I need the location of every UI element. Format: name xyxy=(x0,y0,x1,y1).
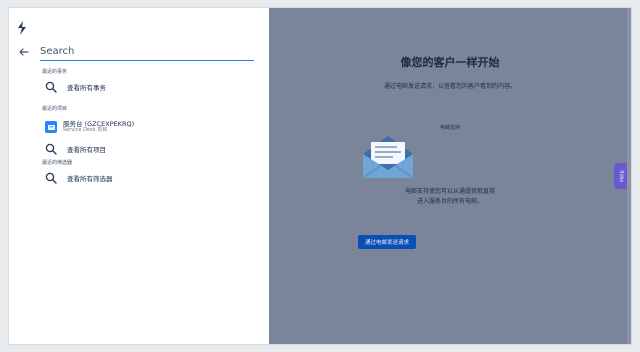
project-avatar-icon xyxy=(45,121,57,133)
project-type: Service Desk 项目 xyxy=(63,127,108,134)
arrow-left-icon[interactable] xyxy=(17,44,31,58)
search-input[interactable] xyxy=(40,43,254,61)
overlay-description: 电邮支持使您可以从通道获取直接 进入服务台的所有电邮。 xyxy=(269,187,631,207)
search-icon xyxy=(45,143,57,155)
overlay-subtitle: 通过电邮发送请求，以查看您的客户看到的内容。 xyxy=(383,83,516,90)
recent-project-item[interactable]: 服务台 (GZCEXPEKRQ) Service Desk 项目 xyxy=(45,118,255,136)
send-email-request-button[interactable]: 通过电邮发送请求 xyxy=(358,235,416,249)
section-title-recent-issues: 最近的事务 xyxy=(42,69,68,75)
search-icon xyxy=(45,172,57,184)
overlay-description-line1: 电邮支持使您可以从通道获取直接 xyxy=(404,188,495,195)
section-title-recent-filters: 最近的筛选器 xyxy=(42,160,73,166)
jira-logo-icon[interactable] xyxy=(16,20,28,35)
help-tab-label: Help xyxy=(619,170,626,182)
overlay-title: 像您的客户一样开始 xyxy=(400,56,500,69)
section-title-recent-projects: 最近的项目 xyxy=(42,106,68,112)
app-window: 最近的事务 查看所有事务 最近的项目 服务台 (GZCEXPEKRQ) Serv… xyxy=(9,8,631,344)
view-all-filters-label: 查看所有筛选器 xyxy=(67,175,113,183)
view-all-filters-link[interactable]: 查看所有筛选器 xyxy=(45,170,255,186)
view-all-issues-label: 查看所有事务 xyxy=(67,84,106,92)
view-all-issues-link[interactable]: 查看所有事务 xyxy=(45,79,255,95)
search-panel: 最近的事务 查看所有事务 最近的项目 服务台 (GZCEXPEKRQ) Serv… xyxy=(33,8,269,344)
envelope-icon xyxy=(361,134,415,180)
email-support-caption: 电邮支持 xyxy=(439,125,460,131)
view-all-projects-link[interactable]: 查看所有项目 xyxy=(45,141,255,157)
overlay-description-line2: 进入服务台的所有电邮。 xyxy=(416,198,483,205)
search-icon xyxy=(45,81,57,93)
view-all-projects-label: 查看所有项目 xyxy=(67,146,106,154)
left-rail xyxy=(9,8,33,344)
dimmed-page-overlay[interactable]: 像您的客户一样开始 通过电邮发送请求，以查看您的客户看到的内容。 电邮支持 电邮… xyxy=(269,8,631,344)
scrollbar[interactable] xyxy=(627,8,631,344)
